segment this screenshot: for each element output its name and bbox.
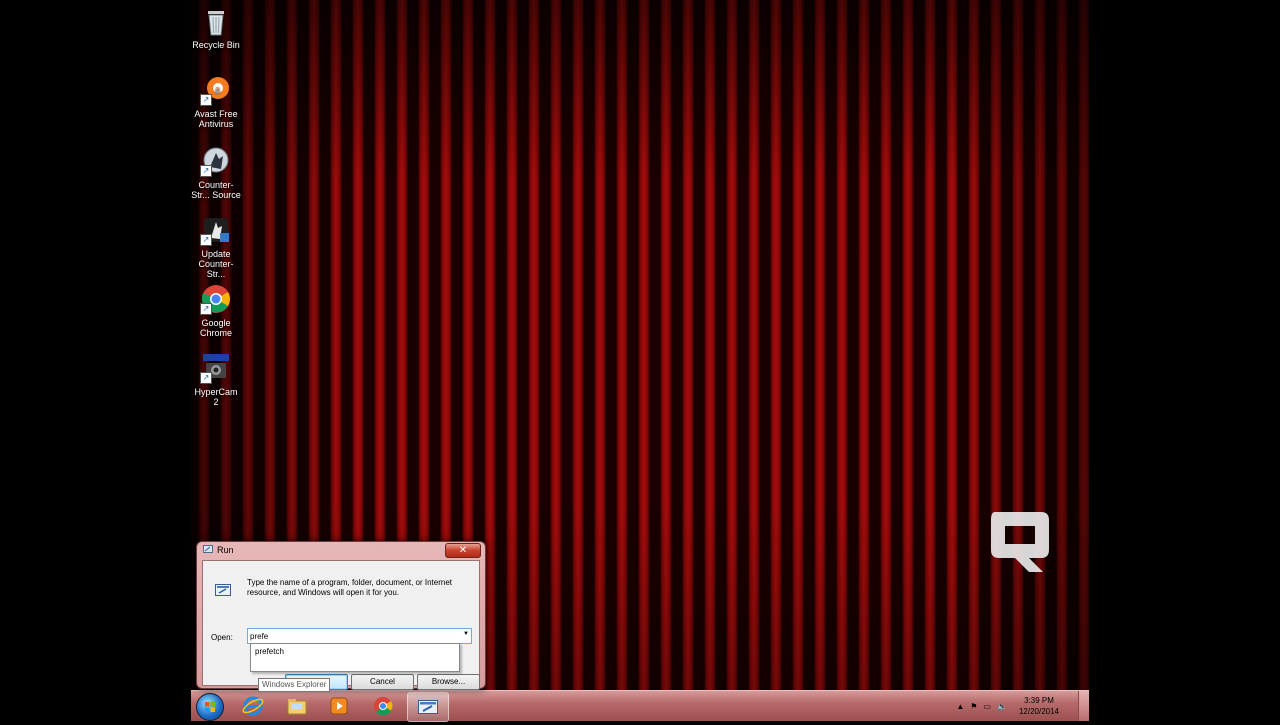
browse-button[interactable]: Browse...	[417, 674, 480, 690]
desktop-icon-label: Counter-Str... Source	[191, 180, 241, 200]
clock[interactable]: 3:39 PM 12/20/2014	[1019, 695, 1059, 717]
media-player-icon	[330, 697, 348, 715]
update-cs-icon: ↗	[200, 214, 232, 246]
shortcut-arrow-icon: ↗	[200, 372, 212, 384]
desktop-icon-counter-strike[interactable]: ↗ Counter-Str... Source	[191, 145, 241, 200]
desktop-icon-label: Google Chrome	[199, 318, 232, 338]
volume-icon[interactable]: 🔈	[997, 702, 1007, 711]
shortcut-arrow-icon: ↗	[200, 165, 212, 177]
taskbar-tooltip: Windows Explorer	[258, 678, 331, 692]
start-button[interactable]	[196, 693, 224, 721]
internet-explorer-icon	[242, 696, 264, 716]
open-input[interactable]	[250, 629, 450, 643]
chrome-icon	[374, 697, 393, 716]
run-dialog-body: Type the name of a program, folder, docu…	[202, 560, 480, 690]
desktop-icon-hypercam[interactable]: ↗ HyperCam 2	[191, 352, 241, 407]
run-title-bar: Run	[203, 545, 234, 555]
run-window-icon	[418, 700, 438, 714]
open-label: Open:	[211, 633, 233, 642]
chrome-icon: ↗	[200, 283, 232, 315]
windows-explorer-icon	[287, 699, 307, 715]
avast-icon: a ↗	[200, 74, 232, 106]
svg-text:a: a	[215, 84, 220, 94]
desktop-icon-update-cs[interactable]: ↗ Update Counter-Str...	[191, 214, 241, 279]
desktop-icon-label: Avast Free Antivirus	[194, 109, 238, 129]
taskbar-internet-explorer[interactable]	[233, 692, 273, 720]
run-title: Run	[217, 545, 234, 555]
hypercam-icon: ↗	[200, 352, 232, 384]
autocomplete-item[interactable]: prefetch	[255, 647, 284, 656]
shortcut-arrow-icon: ↗	[200, 234, 212, 246]
taskbar-media-player[interactable]	[319, 692, 359, 720]
recycle-bin-icon	[200, 5, 232, 37]
windows-logo-icon	[205, 702, 215, 712]
chevron-down-icon[interactable]: ▼	[463, 631, 469, 637]
taskbar: ▲ ⚑ ▭ 🔈 3:39 PM 12/20/2014	[191, 690, 1089, 722]
clock-date: 12/20/2014	[1018, 707, 1059, 716]
shortcut-arrow-icon: ↗	[200, 94, 212, 106]
counter-strike-icon: ↗	[200, 145, 232, 177]
compaq-logo-icon	[991, 512, 1049, 572]
network-icon[interactable]: ▭	[983, 702, 991, 711]
desktop-icon-label: HyperCam 2	[194, 387, 238, 407]
run-window-icon	[203, 545, 213, 555]
show-hidden-icons-icon[interactable]: ▲	[956, 702, 964, 711]
desktop-icon-label: Update Counter-Str...	[198, 249, 234, 279]
open-combobox[interactable]: ▼	[247, 628, 472, 644]
system-tray: ▲ ⚑ ▭ 🔈 3:39 PM 12/20/2014	[956, 691, 1059, 721]
desktop-icon-avast[interactable]: a ↗ Avast Free Antivirus	[191, 74, 241, 129]
desktop-icon-label: Recycle Bin	[192, 40, 240, 50]
action-center-flag-icon[interactable]: ⚑	[970, 702, 977, 711]
desktop-icon-chrome[interactable]: ↗ Google Chrome	[191, 283, 241, 338]
autocomplete-dropdown: prefetch	[250, 643, 460, 672]
show-desktop-button[interactable]	[1078, 691, 1089, 721]
clock-time: 3:39 PM	[1024, 696, 1054, 705]
cancel-button[interactable]: Cancel	[351, 674, 414, 690]
taskbar-run-window[interactable]	[407, 692, 449, 722]
run-description: Type the name of a program, folder, docu…	[247, 578, 453, 597]
taskbar-windows-explorer[interactable]	[277, 692, 317, 720]
run-dialog: Run ✕ Type the name of a program, folder…	[196, 541, 486, 690]
close-button[interactable]: ✕	[445, 543, 481, 558]
shortcut-arrow-icon: ↗	[200, 303, 212, 315]
run-program-icon	[215, 583, 231, 596]
taskbar-chrome[interactable]	[363, 692, 403, 720]
desktop-icon-recycle-bin[interactable]: Recycle Bin	[191, 5, 241, 50]
